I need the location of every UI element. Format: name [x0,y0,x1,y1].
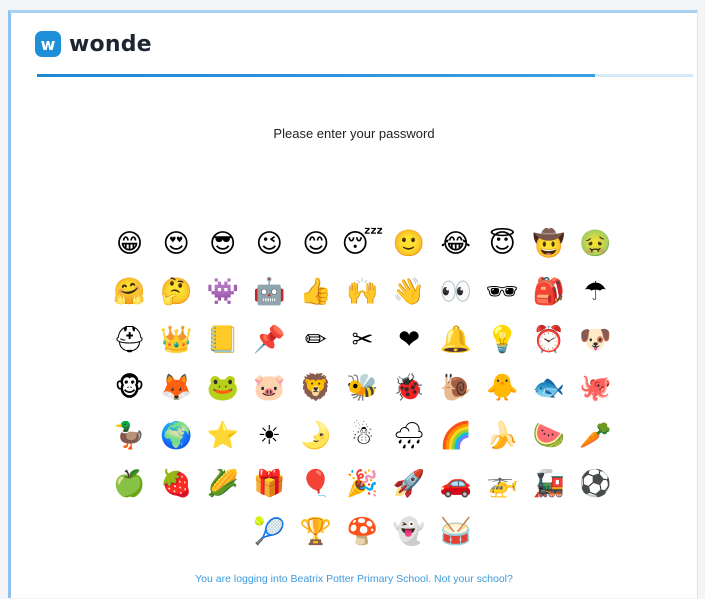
rocket-icon[interactable]: 🚀 [386,465,433,503]
brand-header: w wonde [35,31,152,57]
backpack-icon[interactable]: 🎒 [526,273,573,311]
pencil-icon[interactable]: ✏ [293,321,340,359]
alien-monster-icon[interactable]: 👾 [199,273,246,311]
login-progress-bar [37,74,693,77]
frog-face-icon[interactable]: 🐸 [199,369,246,407]
octopus-icon[interactable]: 🐙 [572,369,619,407]
crown-icon[interactable]: 👑 [153,321,200,359]
rescue-helmet-icon[interactable]: ⛑ [106,321,153,359]
thinking-face-icon[interactable]: 🤔 [153,273,200,311]
ghost-icon[interactable]: 👻 [386,513,433,551]
pushpin-icon[interactable]: 📌 [246,321,293,359]
waving-hand-icon[interactable]: 👋 [386,273,433,311]
hugging-face-icon[interactable]: 🤗 [106,273,153,311]
party-popper-icon[interactable]: 🎉 [339,465,386,503]
light-bulb-icon[interactable]: 💡 [479,321,526,359]
wonde-logo-icon: w [35,31,61,57]
scissors-icon[interactable]: ✂ [339,321,386,359]
car-icon[interactable]: 🚗 [432,465,479,503]
carrot-icon[interactable]: 🥕 [572,417,619,455]
pig-face-icon[interactable]: 🐷 [246,369,293,407]
tennis-ball-icon[interactable]: 🎾 [246,513,293,551]
fish-icon[interactable]: 🐟 [526,369,573,407]
emoji-password-grid: 😁 😍 😎 😉 😊 😴 🙂 😂 😇 🤠 🤢 🤗 🤔 👾 🤖 👍 🙌 👋 👀 🕶 🎒 ☂ ⛑ 👑 📒 📌 ✏ ✂ ❤ 🔔 💡 ⏰ 🐶 🐵 🦊 🐸 🐷 🦁 🐝 🐞… [106,225,619,551]
locomotive-icon[interactable]: 🚂 [526,465,573,503]
dark-sunglasses-icon[interactable]: 🕶 [479,273,526,311]
green-apple-icon[interactable]: 🍏 [106,465,153,503]
heart-eyes-face-icon[interactable]: 😍 [153,225,200,263]
brand-name: wonde [69,31,152,57]
snail-icon[interactable]: 🐌 [432,369,479,407]
rain-cloud-icon[interactable]: 🌧 [386,417,433,455]
ladybug-icon[interactable]: 🐞 [386,369,433,407]
eyes-icon[interactable]: 👀 [432,273,479,311]
soccer-ball-icon[interactable]: ⚽ [572,465,619,503]
corn-icon[interactable]: 🌽 [199,465,246,503]
bell-icon[interactable]: 🔔 [432,321,479,359]
sun-icon[interactable]: ☀ [246,417,293,455]
strawberry-icon[interactable]: 🍓 [153,465,200,503]
alarm-clock-icon[interactable]: ⏰ [526,321,573,359]
sunglasses-face-icon[interactable]: 😎 [199,225,246,263]
crying-laughing-face-icon[interactable]: 😂 [432,225,479,263]
heart-icon[interactable]: ❤ [386,321,433,359]
nauseated-face-icon[interactable]: 🤢 [572,225,619,263]
snowman-icon[interactable]: ☃ [339,417,386,455]
robot-icon[interactable]: 🤖 [246,273,293,311]
helicopter-icon[interactable]: 🚁 [479,465,526,503]
neutral-face-icon[interactable]: 🙂 [386,225,433,263]
honeybee-icon[interactable]: 🐝 [339,369,386,407]
thumbs-up-icon[interactable]: 👍 [293,273,340,311]
login-progress-fill [37,74,595,77]
notebook-icon[interactable]: 📒 [199,321,246,359]
watermelon-icon[interactable]: 🍉 [526,417,573,455]
sleeping-face-icon[interactable]: 😴 [339,225,386,263]
crescent-moon-icon[interactable]: 🌛 [293,417,340,455]
star-icon[interactable]: ⭐ [199,417,246,455]
password-prompt: Please enter your password [273,126,435,141]
trophy-icon[interactable]: 🏆 [293,513,340,551]
gift-icon[interactable]: 🎁 [246,465,293,503]
fox-face-icon[interactable]: 🦊 [153,369,200,407]
mushroom-icon[interactable]: 🍄 [339,513,386,551]
raised-hands-icon[interactable]: 🙌 [339,273,386,311]
halo-face-icon[interactable]: 😇 [479,225,526,263]
monkey-face-icon[interactable]: 🐵 [106,369,153,407]
duck-icon[interactable]: 🦆 [106,417,153,455]
chick-icon[interactable]: 🐥 [479,369,526,407]
cowboy-face-icon[interactable]: 🤠 [526,225,573,263]
lion-face-icon[interactable]: 🦁 [293,369,340,407]
umbrella-icon[interactable]: ☂ [572,273,619,311]
drum-icon[interactable]: 🥁 [432,513,479,551]
dog-face-icon[interactable]: 🐶 [572,321,619,359]
rainbow-icon[interactable]: 🌈 [432,417,479,455]
balloon-icon[interactable]: 🎈 [293,465,340,503]
banana-icon[interactable]: 🍌 [479,417,526,455]
globe-icon[interactable]: 🌍 [153,417,200,455]
login-panel: w wonde Please enter your password 😁 😍 😎 😉 😊… [8,10,698,598]
grinning-face-icon[interactable]: 😁 [106,225,153,263]
school-notice-link[interactable]: You are logging into Beatrix Potter Prim… [11,573,697,585]
smiling-face-icon[interactable]: 😊 [293,225,340,263]
winking-face-icon[interactable]: 😉 [246,225,293,263]
